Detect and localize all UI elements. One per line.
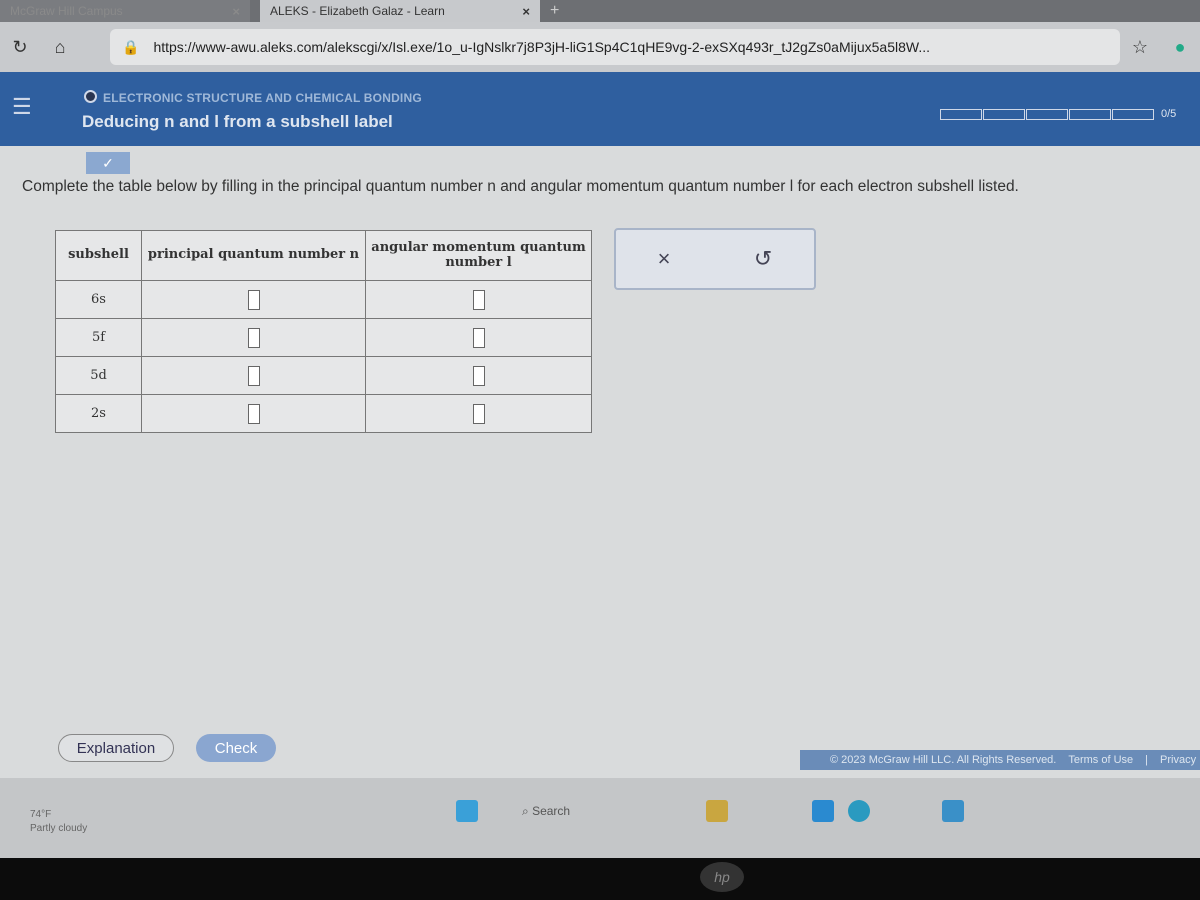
header-subshell: subshell [55,230,142,281]
address-bar-row: ↻ ⌂ 🔒 https://www-awu.aleks.com/alekscgi/… [0,22,1200,72]
url-field[interactable]: 🔒 https://www-awu.aleks.com/alekscgi/x/Is… [110,29,1120,65]
profile-icon[interactable]: ● [1160,37,1200,58]
topic-label: ELECTRONIC STRUCTURE AND CHEMICAL BONDIN… [84,90,422,105]
table-row: 2s [55,394,592,433]
menu-icon[interactable]: ☰ [12,94,32,120]
clear-icon[interactable]: × [658,246,671,272]
n-input[interactable] [247,403,260,424]
taskbar: 74°F Partly cloudy ⌕ Search [0,778,1200,858]
file-explorer-icon[interactable] [706,800,728,822]
privacy-link[interactable]: Privacy [1160,754,1196,766]
undo-icon[interactable]: ↺ [754,246,772,272]
collapse-chevron-icon[interactable]: ✓ [86,152,130,174]
weather-widget[interactable]: 74°F Partly cloudy [30,808,87,836]
table-row: 6s [55,280,592,319]
header-angular: angular momentum quantum number l [365,230,592,281]
new-tab-button[interactable]: + [540,0,569,22]
n-input[interactable] [247,327,260,348]
laptop-bezel [0,858,1200,900]
copyright: © 2023 McGraw Hill LLC. All Rights Reser… [830,754,1057,766]
footer: © 2023 McGraw Hill LLC. All Rights Reser… [800,750,1200,770]
explanation-button[interactable]: Explanation [58,734,174,762]
edge-icon[interactable] [848,800,870,822]
close-icon[interactable]: × [232,4,240,19]
instructions: Complete the table below by filling in t… [22,178,1019,195]
table-row: 5f [55,318,592,357]
progress-count: 0/5 [1161,108,1177,120]
page-title: Deducing n and l from a subshell label [82,112,393,131]
taskbar-search[interactable]: ⌕ Search [522,804,570,819]
progress-bar: 0/5 [940,108,1176,120]
check-button[interactable]: Check [196,734,276,762]
favorites-icon[interactable]: ☆ [1120,37,1160,58]
hp-logo: hp [700,862,744,892]
l-input[interactable] [472,365,485,386]
tab-aleks[interactable]: ALEKS - Elizabeth Galaz - Learn × [260,0,540,22]
quantum-number-table: subshell principal quantum number n angula… [55,230,592,433]
refresh-icon[interactable]: ↻ [0,37,40,58]
n-input[interactable] [247,365,260,386]
home-icon[interactable]: ⌂ [40,37,80,58]
browser-tabs: McGraw Hill Campus × ALEKS - Elizabeth Ga… [0,0,1200,22]
table-row: 5d [55,356,592,395]
n-input[interactable] [247,289,260,310]
app-icon[interactable] [942,800,964,822]
l-input[interactable] [472,403,485,424]
windows-start-icon[interactable] [456,800,478,822]
app-icon[interactable] [812,800,834,822]
lock-icon: 🔒 [122,38,140,55]
answer-tools: × ↺ [614,228,816,290]
aleks-header: ☰ ELECTRONIC STRUCTURE AND CHEMICAL BOND… [0,72,1200,146]
header-principal: principal quantum number n [141,230,366,281]
close-icon[interactable]: × [522,4,530,19]
l-input[interactable] [472,327,485,348]
terms-link[interactable]: Terms of Use [1068,754,1133,766]
l-input[interactable] [472,289,485,310]
tab-mcgraw-hill-campus[interactable]: McGraw Hill Campus × [0,0,250,22]
